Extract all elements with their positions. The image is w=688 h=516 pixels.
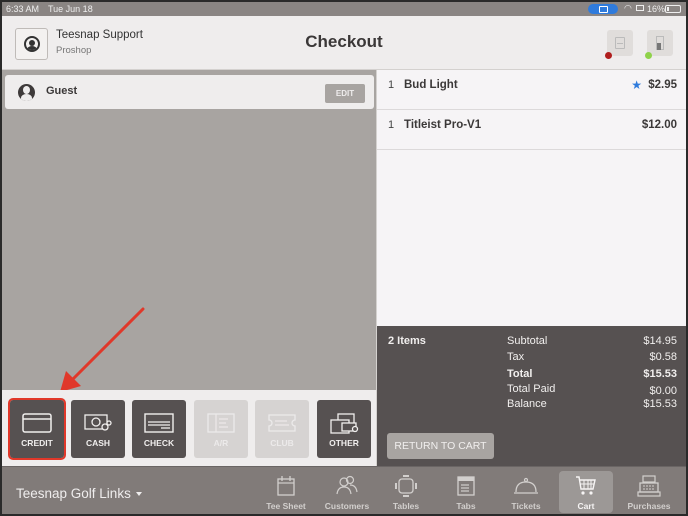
location-name: Teesnap Golf Links: [16, 486, 131, 501]
cash-icon: [84, 414, 112, 431]
nav-tickets[interactable]: Tickets: [499, 471, 553, 513]
tender-club-button[interactable]: CLUB: [255, 400, 309, 458]
other-payment-icon: [330, 413, 359, 434]
cart-panel: 1 Bud Light ★ $2.95 1 Titleist Pro-V1 $1…: [376, 70, 686, 466]
nav-tables[interactable]: Tables: [379, 471, 433, 513]
line-price: $12.00: [641, 119, 677, 131]
cash-register-icon: [637, 475, 661, 497]
check-icon: [144, 413, 174, 433]
cloche-icon: [514, 477, 538, 494]
tender-credit-button[interactable]: CREDIT: [8, 398, 66, 460]
chevron-down-icon: [135, 492, 142, 497]
item-count: 2 Items: [388, 335, 426, 347]
battery-icon: [665, 5, 681, 13]
nav-cart[interactable]: Cart: [559, 471, 613, 513]
battery-percent: 16%: [647, 4, 666, 14]
cart-line-item[interactable]: 1 Titleist Pro-V1 $12.00: [377, 110, 686, 150]
bottom-nav-bar: Teesnap Golf Links Tee Sheet Customers T…: [2, 466, 686, 514]
tabs-icon: [457, 476, 475, 496]
status-bar: 6:33 AM Tue Jun 18 ◠ 16%: [2, 2, 686, 16]
line-name: Titleist Pro-V1: [404, 119, 482, 131]
order-summary: 2 Items Subtotal $14.95 Tax $0.58 Total …: [377, 326, 686, 466]
printer-status-dot: [605, 52, 612, 59]
tables-icon: [395, 475, 417, 497]
summary-label: Total: [507, 368, 533, 380]
line-price: $2.95: [648, 79, 677, 91]
customers-icon: [336, 475, 358, 495]
location-selector[interactable]: Teesnap Golf Links: [16, 486, 142, 501]
summary-value: $0.00: [649, 385, 677, 397]
line-qty: 1: [388, 79, 395, 91]
summary-label: Subtotal: [507, 335, 548, 347]
nav-tee-sheet[interactable]: Tee Sheet: [259, 471, 313, 513]
line-name: Bud Light: [404, 79, 458, 91]
ipad-screen: 6:33 AM Tue Jun 18 ◠ 16% Teesnap Support…: [2, 2, 686, 514]
summary-value: $0.58: [649, 351, 677, 363]
edit-customer-button[interactable]: EDIT: [325, 84, 365, 103]
cart-line-item[interactable]: 1 Bud Light ★ $2.95: [377, 70, 686, 110]
summary-label: Total Paid: [507, 383, 556, 395]
summary-value: $14.95: [643, 335, 677, 347]
nav-label: Purchases: [627, 501, 671, 511]
tender-label: CASH: [85, 438, 111, 448]
tender-label: A/R: [213, 438, 229, 448]
summary-value: $15.53: [643, 398, 677, 410]
tender-buttons: CREDIT CASH CHECK A/R CLUB OTHER: [2, 390, 376, 466]
wifi-icon: ◠: [624, 3, 632, 13]
nav-label: Cart: [577, 501, 595, 511]
credit-card-icon: [22, 413, 52, 433]
status-time: 6:33 AM: [6, 4, 40, 14]
star-icon: ★: [631, 78, 642, 92]
screen-mirroring-icon: [588, 4, 618, 14]
summary-value: $15.53: [643, 368, 677, 380]
nav-purchases[interactable]: Purchases: [619, 471, 679, 513]
drawer-status-dot: [645, 52, 652, 59]
status-date: Tue Jun 18: [48, 4, 93, 14]
nav-label: Tickets: [511, 501, 541, 511]
tender-cash-button[interactable]: CASH: [71, 400, 125, 458]
nav-label: Tables: [392, 501, 420, 511]
battery-level: [667, 7, 669, 11]
screen-lock-icon: [636, 5, 644, 11]
tender-label: CREDIT: [21, 438, 53, 448]
guest-avatar-icon: [18, 84, 35, 101]
customer-card: Guest EDIT: [5, 75, 374, 109]
printer-icon: [615, 37, 625, 49]
nav-label: Customers: [324, 501, 370, 511]
nav-customers[interactable]: Customers: [320, 471, 374, 513]
club-ticket-icon: [268, 414, 296, 432]
summary-label: Balance: [507, 398, 547, 410]
payment-panel: Guest EDIT CREDIT CASH CHECK A/R CLUB OT…: [2, 70, 376, 466]
cash-drawer-icon: [656, 36, 664, 50]
accounts-receivable-icon: [207, 413, 235, 433]
calendar-icon: [277, 476, 295, 496]
cart-icon: [576, 476, 596, 495]
nav-label: Tabs: [456, 501, 476, 511]
nav-label: Tee Sheet: [266, 501, 306, 511]
nav-tabs[interactable]: Tabs: [439, 471, 493, 513]
tender-label: CLUB: [270, 438, 294, 448]
page-title: Checkout: [305, 32, 383, 51]
tender-check-button[interactable]: CHECK: [132, 400, 186, 458]
tender-other-button[interactable]: OTHER: [317, 400, 371, 458]
customer-name: Guest: [46, 85, 78, 97]
summary-label: Tax: [507, 351, 525, 363]
header: Teesnap Support Proshop Checkout: [2, 16, 686, 70]
line-qty: 1: [388, 119, 395, 131]
tender-label: CHECK: [143, 438, 175, 448]
tender-ar-button[interactable]: A/R: [194, 400, 248, 458]
return-to-cart-button[interactable]: RETURN TO CART: [387, 433, 494, 459]
tender-label: OTHER: [329, 438, 359, 448]
